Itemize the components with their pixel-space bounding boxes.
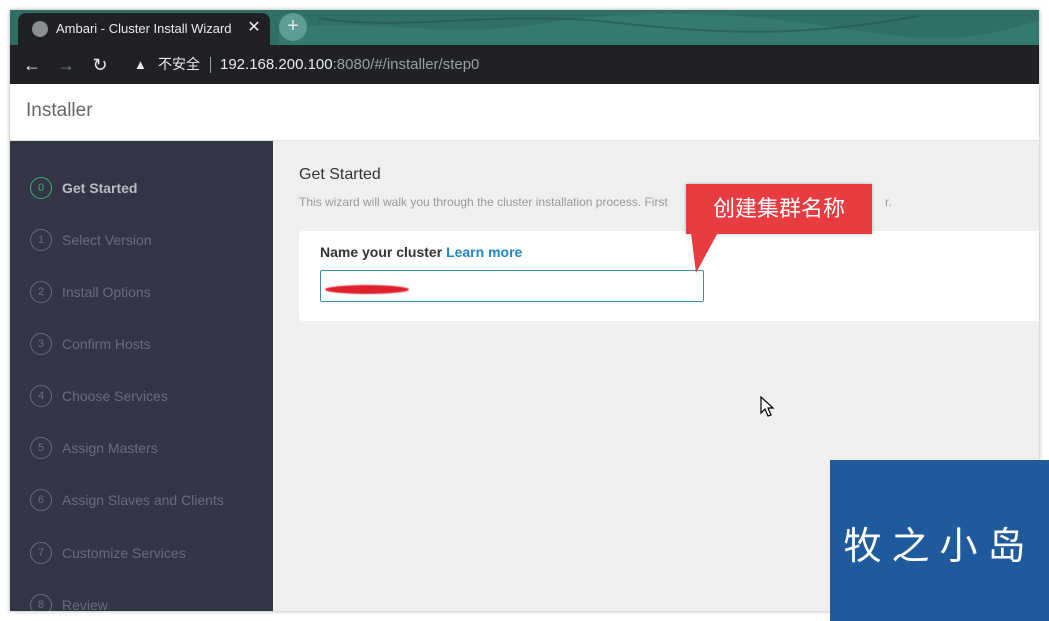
step-label: Confirm Hosts <box>62 336 151 352</box>
step-label: Choose Services <box>62 388 168 404</box>
watermark-badge: 牧之小岛 <box>830 460 1049 621</box>
url-text[interactable]: 192.168.200.100:8080/#/installer/step0 <box>220 49 479 80</box>
warning-triangle-icon[interactable]: ▲ <box>134 49 147 80</box>
learn-more-link[interactable]: Learn more <box>446 244 522 260</box>
step-review: 8 Review <box>30 594 270 611</box>
step-number: 5 <box>30 437 52 459</box>
address-bar[interactable]: ▲ 不安全 192.168.200.100:8080/#/installer/s… <box>126 49 1039 80</box>
app-title: Installer <box>26 100 93 121</box>
description-text: This wizard will walk you through the cl… <box>299 195 668 209</box>
address-divider <box>210 57 211 73</box>
step-get-started[interactable]: 0 Get Started <box>30 177 270 203</box>
close-tab-icon[interactable]: ✕ <box>244 18 264 38</box>
wizard-steps-sidebar: 0 Get Started 1 Select Version 2 Install… <box>10 141 273 611</box>
mouse-cursor-icon <box>760 396 775 417</box>
cluster-name-card: Name your cluster Learn more <box>299 231 1039 321</box>
step-number: 3 <box>30 333 52 355</box>
tab-strip-background-art <box>279 13 1039 45</box>
step-label: Install Options <box>62 284 151 300</box>
app-header: Installer <box>10 84 1039 141</box>
redaction-scribble <box>325 285 409 294</box>
step-assign-slaves-clients: 6 Assign Slaves and Clients <box>30 489 270 515</box>
forward-arrow-icon[interactable]: → <box>54 53 78 77</box>
tab-title: Ambari - Cluster Install Wizard <box>56 21 232 36</box>
description-tail: r. <box>885 195 892 209</box>
new-tab-button[interactable]: + <box>279 13 307 41</box>
step-number: 7 <box>30 542 52 564</box>
step-confirm-hosts: 3 Confirm Hosts <box>30 333 270 359</box>
step-label: Assign Slaves and Clients <box>62 492 224 508</box>
back-arrow-icon[interactable]: ← <box>20 53 44 77</box>
step-number: 4 <box>30 385 52 407</box>
page-description: This wizard will walk you through the cl… <box>299 195 892 209</box>
step-number: 0 <box>30 177 52 199</box>
step-choose-services: 4 Choose Services <box>30 385 270 411</box>
ambari-favicon-icon <box>32 21 48 37</box>
step-label: Get Started <box>62 180 138 196</box>
callout-pointer <box>690 225 722 273</box>
url-path: :8080/#/installer/step0 <box>332 56 480 73</box>
step-label: Assign Masters <box>62 440 158 456</box>
reload-icon[interactable]: ↻ <box>88 53 112 77</box>
tab-strip: Ambari - Cluster Install Wizard ✕ + <box>10 10 1039 45</box>
browser-tab[interactable]: Ambari - Cluster Install Wizard ✕ <box>18 13 270 45</box>
browser-toolbar: ← → ↻ ▲ 不安全 192.168.200.100:8080/#/insta… <box>10 45 1039 84</box>
watermark-text: 牧之小岛 <box>843 524 1036 568</box>
step-number: 1 <box>30 229 52 251</box>
step-number: 2 <box>30 281 52 303</box>
cluster-name-label: Name your cluster Learn more <box>320 244 522 260</box>
step-install-options: 2 Install Options <box>30 281 270 307</box>
step-customize-services: 7 Customize Services <box>30 542 270 568</box>
security-status-label[interactable]: 不安全 <box>158 49 200 80</box>
url-host: 192.168.200.100 <box>220 56 333 73</box>
step-number: 6 <box>30 489 52 511</box>
cluster-label-text: Name your cluster <box>320 244 443 260</box>
step-label: Review <box>62 597 108 611</box>
page-title: Get Started <box>299 166 381 183</box>
step-select-version: 1 Select Version <box>30 229 270 255</box>
step-label: Select Version <box>62 232 152 248</box>
step-number: 8 <box>30 594 52 611</box>
step-label: Customize Services <box>62 545 186 561</box>
step-assign-masters: 5 Assign Masters <box>30 437 270 463</box>
